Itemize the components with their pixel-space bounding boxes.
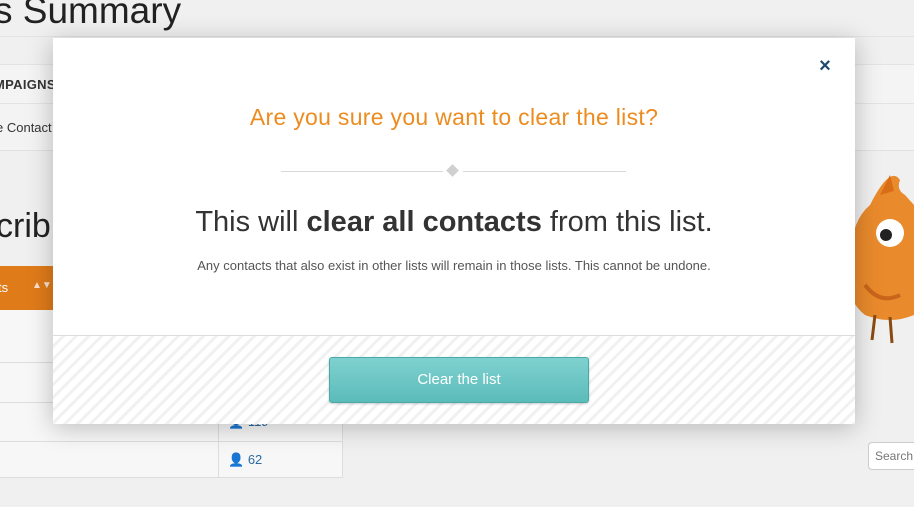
dialog-note: Any contacts that also exist in other li… (197, 258, 711, 273)
lead-bold: clear all contacts (306, 206, 542, 238)
confirm-dialog: × Are you sure you want to clear the lis… (53, 38, 855, 424)
dialog-footer: Clear the list (53, 335, 855, 424)
divider-right (463, 171, 626, 172)
lead-prefix: This will (195, 206, 307, 238)
divider-left (281, 171, 443, 172)
dialog-heading: Are you sure you want to clear the list? (249, 104, 659, 130)
dialog-lead: This will clear all contacts from this l… (53, 206, 855, 239)
close-icon[interactable]: × (813, 54, 837, 78)
clear-list-button[interactable]: Clear the list (329, 357, 589, 403)
divider-diamond (446, 164, 459, 177)
lead-suffix: from this list. (541, 206, 713, 238)
